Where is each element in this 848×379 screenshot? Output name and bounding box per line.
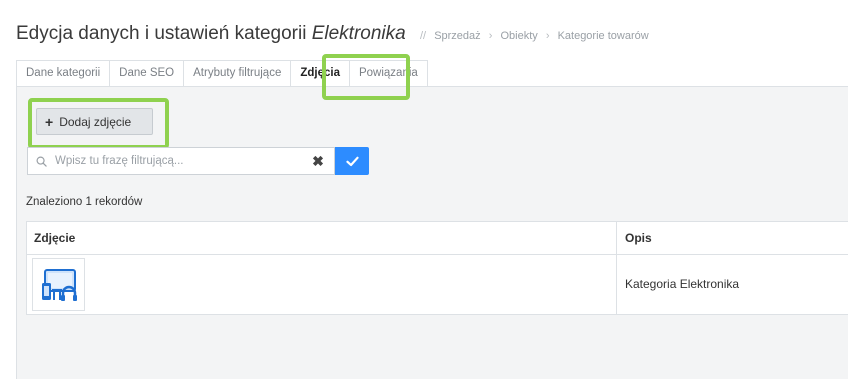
- breadcrumb-separator: //: [420, 30, 427, 42]
- add-photo-button[interactable]: + Dodaj zdjęcie: [36, 108, 153, 135]
- search-box: [27, 147, 303, 175]
- checkmark-icon: [345, 156, 359, 166]
- photo-thumbnail[interactable]: [32, 258, 85, 311]
- photos-table: Zdjęcie Opis Kategoria Elektronika: [26, 221, 848, 315]
- results-count: Znaleziono 1 rekordów: [26, 196, 143, 208]
- tab-highlight: [322, 54, 410, 100]
- breadcrumb-item-product-categories[interactable]: Kategorie towarów: [558, 30, 649, 42]
- table-row[interactable]: Kategoria Elektronika: [27, 254, 848, 314]
- clear-filter-button[interactable]: ✖: [302, 147, 335, 175]
- search-input[interactable]: [53, 154, 297, 168]
- breadcrumb-chevron-icon: ›: [545, 30, 550, 42]
- search-icon: [36, 156, 47, 167]
- electronics-icon: [41, 268, 77, 301]
- apply-filter-button[interactable]: [335, 147, 369, 175]
- tab-filter-attributes[interactable]: Atrybuty filtrujące: [183, 60, 291, 87]
- tab-category-data[interactable]: Dane kategorii: [16, 60, 110, 87]
- column-header-photo[interactable]: Zdjęcie: [34, 222, 75, 254]
- page-title: Edycja danych i ustawień kategorii Elekt…: [16, 23, 411, 44]
- page-header: Edycja danych i ustawień kategorii Elekt…: [16, 23, 649, 49]
- table-header: Zdjęcie Opis: [27, 222, 848, 255]
- breadcrumb: // Sprzedaż › Obiekty › Kategorie towaró…: [415, 30, 649, 42]
- plus-icon: +: [45, 113, 54, 130]
- add-photo-label: Dodaj zdjęcie: [59, 114, 132, 129]
- category-name: Elektronika: [311, 23, 406, 44]
- tab-seo-data[interactable]: Dane SEO: [109, 60, 184, 87]
- breadcrumb-item-sales[interactable]: Sprzedaż: [434, 30, 480, 42]
- photo-description: Kategoria Elektronika: [625, 277, 740, 291]
- page-title-prefix: Edycja danych i ustawień kategorii: [16, 23, 307, 44]
- breadcrumb-chevron-icon: ›: [488, 30, 493, 42]
- breadcrumb-item-objects[interactable]: Obiekty: [500, 30, 537, 42]
- column-header-description[interactable]: Opis: [625, 222, 652, 254]
- close-icon: ✖: [312, 152, 324, 169]
